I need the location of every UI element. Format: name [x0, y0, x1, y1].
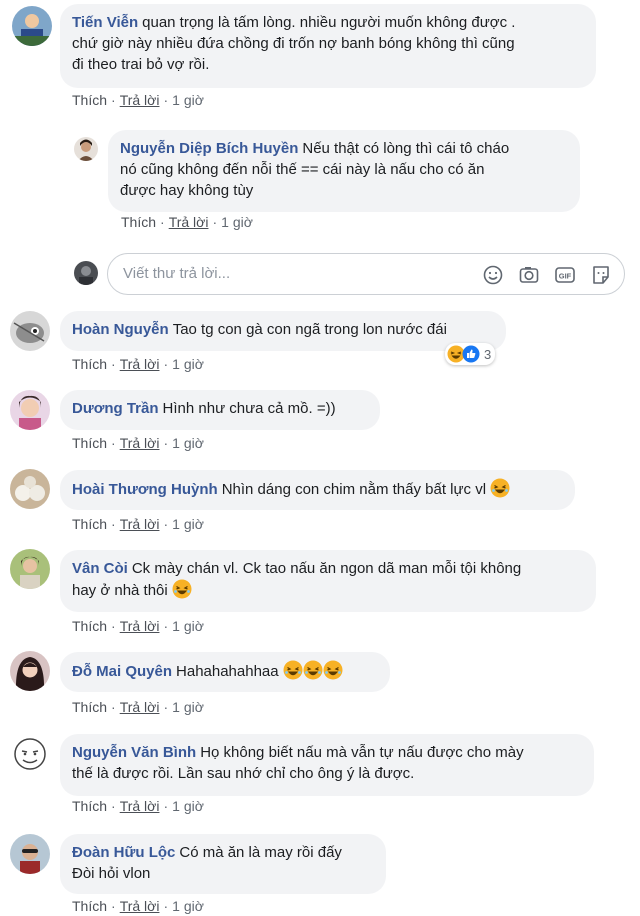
reply-link[interactable]: Trả lời	[120, 699, 160, 715]
svg-text:GIF: GIF	[559, 272, 572, 281]
avatar[interactable]	[10, 311, 50, 351]
comment-text: hay ở nhà thôi	[72, 582, 168, 599]
avatar[interactable]	[74, 137, 98, 161]
comment-bubble: Hoàn Nguyễn Tao tg con gà con ngã trong l…	[60, 311, 506, 351]
comment-text: Hahahahahhaa	[176, 663, 279, 680]
smiley-icon[interactable]	[482, 264, 504, 286]
timestamp[interactable]: 1 giờ	[172, 516, 204, 532]
comment-text: Họ không biết nấu mà vẫn tự nấu được cho…	[200, 744, 524, 761]
comment-bubble: Vân Còi Ck mày chán vl. Ck tao nấu ăn ngo…	[60, 550, 596, 612]
timestamp[interactable]: 1 giờ	[172, 798, 204, 814]
like-link[interactable]: Thích	[72, 898, 107, 914]
comment-text: Ck mày chán vl. Ck tao nấu ăn ngon dã ma…	[131, 560, 522, 577]
like-link[interactable]: Thích	[72, 798, 107, 814]
comment-actions: Thích · Trả lời · 1 giờ	[72, 798, 204, 814]
reply-composer[interactable]: Viết thư trả lời... GIF	[107, 253, 625, 295]
like-link[interactable]: Thích	[72, 516, 107, 532]
avatar[interactable]	[10, 469, 50, 509]
laughing-emoji-icon	[172, 579, 192, 599]
comment-bubble: Đoàn Hữu Lộc Có mà ăn là may rồi đấy Đòi …	[60, 834, 386, 894]
avatar[interactable]	[10, 549, 50, 589]
laughing-emoji-icon	[303, 660, 323, 680]
comment-text: chứ giờ này nhiều đứa chồng đi trốn nợ b…	[72, 35, 515, 52]
comment-text: được hay không tùy	[120, 182, 254, 199]
avatar[interactable]	[10, 734, 50, 774]
commenter-name[interactable]: Đỗ Mai Quyên	[72, 663, 172, 680]
comment-text: Tao tg con gà con ngã trong lon nước đái	[172, 321, 447, 338]
avatar[interactable]	[10, 390, 50, 430]
timestamp[interactable]: 1 giờ	[172, 356, 204, 372]
reaction-count: 3	[484, 346, 492, 362]
comment-bubble: Tiến Viễn quan trọng là tấm lòng. nhiều n…	[60, 4, 596, 88]
commenter-name[interactable]: Tiến Viễn	[72, 14, 138, 31]
comment-text: Hình như chưa cả mồ. =))	[162, 400, 336, 417]
reply-link[interactable]: Trả lời	[120, 92, 160, 108]
commenter-name[interactable]: Vân Còi	[72, 560, 128, 577]
comment-text: Có mà ăn là may rồi đấy	[179, 844, 342, 861]
like-link[interactable]: Thích	[72, 699, 107, 715]
sticker-icon[interactable]	[590, 264, 612, 286]
comment-actions: Thích · Trả lời · 1 giờ	[121, 214, 253, 230]
comment-text: đi theo trai bỏ vợ rồi.	[72, 56, 210, 73]
comment-bubble: Nguyễn Văn Bình Họ không biết nấu mà vẫn …	[60, 734, 594, 796]
reaction-summary[interactable]: 3	[445, 343, 496, 365]
commenter-name[interactable]: Nguyễn Diệp Bích Huyền	[120, 140, 298, 157]
comment-actions: Thích · Trả lời · 1 giờ	[72, 699, 204, 715]
avatar[interactable]	[10, 834, 50, 874]
comment-text: Nếu thật có lòng thì cái tô cháo	[302, 140, 510, 157]
comment-actions: Thích · Trả lời · 1 giờ	[72, 898, 204, 914]
comment-text: nó cũng không đến nỗi thế == cái này là …	[120, 161, 485, 178]
comment-text: Đòi hỏi vlon	[72, 865, 151, 882]
commenter-name[interactable]: Đoàn Hữu Lộc	[72, 844, 175, 861]
reply-link[interactable]: Trả lời	[120, 516, 160, 532]
camera-icon[interactable]	[518, 264, 540, 286]
commenter-name[interactable]: Hoàn Nguyễn	[72, 321, 169, 338]
reply-input[interactable]: Viết thư trả lời...	[123, 265, 230, 282]
reply-link[interactable]: Trả lời	[120, 618, 160, 634]
comment-bubble: Dương Trần Hình như chưa cả mồ. =))	[60, 390, 380, 430]
comment-actions: Thích · Trả lời · 1 giờ	[72, 356, 204, 372]
like-link[interactable]: Thích	[121, 214, 156, 230]
timestamp[interactable]: 1 giờ	[172, 898, 204, 914]
reply-link[interactable]: Trả lời	[120, 898, 160, 914]
commenter-name[interactable]: Dương Trần	[72, 400, 159, 417]
reply-link[interactable]: Trả lời	[120, 798, 160, 814]
timestamp[interactable]: 1 giờ	[172, 618, 204, 634]
reply-link[interactable]: Trả lời	[120, 356, 160, 372]
laughing-emoji-icon	[283, 660, 303, 680]
laughing-emoji-icon	[323, 660, 343, 680]
like-link[interactable]: Thích	[72, 435, 107, 451]
avatar[interactable]	[12, 6, 52, 46]
like-link[interactable]: Thích	[72, 356, 107, 372]
timestamp[interactable]: 1 giờ	[221, 214, 253, 230]
comment-actions: Thích · Trả lời · 1 giờ	[72, 618, 204, 634]
comment-text: Nhìn dáng con chim nằm thấy bất lực vl	[221, 481, 487, 498]
timestamp[interactable]: 1 giờ	[172, 92, 204, 108]
commenter-name[interactable]: Hoài Thương Huỳnh	[72, 481, 218, 498]
comment-actions: Thích · Trả lời · 1 giờ	[72, 92, 204, 108]
comment-bubble: Đỗ Mai Quyên Hahahahahhaa	[60, 652, 390, 692]
gif-icon[interactable]: GIF	[554, 264, 576, 286]
reply-link[interactable]: Trả lời	[169, 214, 209, 230]
comment-bubble: Nguyễn Diệp Bích Huyền Nếu thật có lòng t…	[108, 130, 580, 212]
timestamp[interactable]: 1 giờ	[172, 699, 204, 715]
comment-text: quan trọng là tấm lòng. nhiều người muốn…	[142, 14, 516, 31]
comment-bubble: Hoài Thương Huỳnh Nhìn dáng con chim nằm …	[60, 470, 575, 510]
laughing-emoji-icon	[490, 478, 510, 498]
comment-actions: Thích · Trả lời · 1 giờ	[72, 435, 204, 451]
like-reaction-icon	[462, 345, 480, 363]
like-link[interactable]: Thích	[72, 618, 107, 634]
avatar[interactable]	[10, 651, 50, 691]
comment-actions: Thích · Trả lời · 1 giờ	[72, 516, 204, 532]
reply-link[interactable]: Trả lời	[120, 435, 160, 451]
current-user-avatar	[74, 261, 98, 285]
commenter-name[interactable]: Nguyễn Văn Bình	[72, 744, 196, 761]
like-link[interactable]: Thích	[72, 92, 107, 108]
comment-text: thế là được rồi. Lần sau nhớ chỉ cho ông…	[72, 765, 415, 782]
timestamp[interactable]: 1 giờ	[172, 435, 204, 451]
